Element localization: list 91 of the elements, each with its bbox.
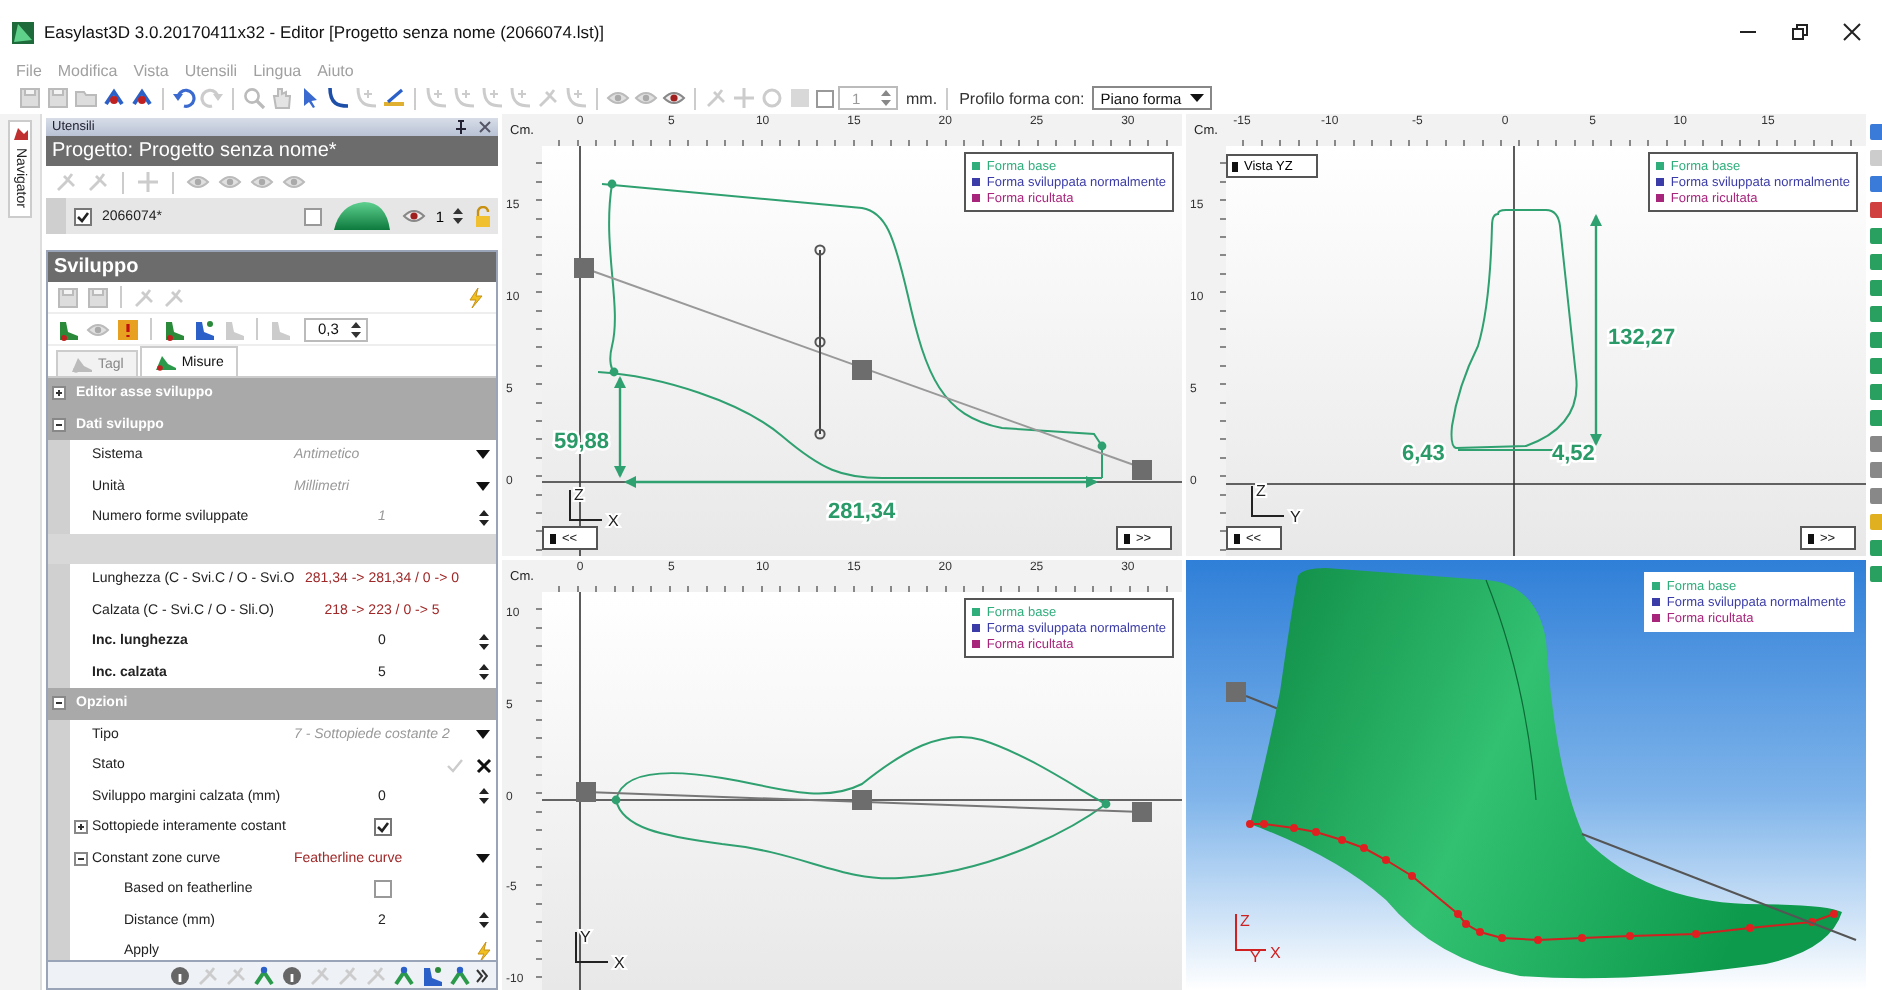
dropdown-caret-icon[interactable]	[476, 729, 490, 740]
collapse-icon[interactable]	[74, 851, 88, 866]
pointer-icon[interactable]	[298, 86, 322, 110]
checkbox[interactable]	[303, 207, 322, 225]
check-icon[interactable]	[446, 757, 464, 774]
outline-node[interactable]	[1101, 799, 1111, 809]
outline-node[interactable]	[1097, 441, 1107, 451]
axis-label: X	[1270, 944, 1281, 962]
axis-label: Z	[1240, 912, 1250, 930]
pin-icon[interactable]	[454, 120, 468, 134]
outline-node[interactable]	[607, 179, 617, 189]
arrows-icon[interactable]	[130, 86, 154, 110]
axis-label: Y	[1250, 948, 1261, 966]
collapse-icon[interactable]	[52, 417, 66, 432]
eye-icon[interactable]	[662, 86, 686, 110]
checkbox[interactable]	[373, 818, 391, 837]
tool-icon[interactable]	[252, 963, 276, 987]
axis-label: Z	[1256, 482, 1266, 500]
last-icon[interactable]	[162, 317, 186, 341]
outline-node[interactable]	[609, 367, 619, 377]
save-icon[interactable]	[46, 86, 70, 110]
window-title: Easylast3D 3.0.20170411x32 - Editor [Progetto senza nome (2066074.lst)]	[44, 22, 605, 42]
save-icon[interactable]	[18, 86, 42, 110]
curve-icon[interactable]	[326, 86, 350, 110]
handle-square[interactable]	[852, 360, 872, 380]
axis-indicator	[1251, 485, 1285, 517]
checkbox[interactable]	[816, 89, 834, 107]
undo-icon[interactable]	[172, 86, 196, 110]
profile-label: Profilo forma con:	[959, 89, 1085, 107]
info-icon[interactable]	[168, 963, 192, 987]
unit-label: mm.	[906, 89, 938, 107]
last-icon[interactable]	[420, 963, 444, 987]
dropdown-caret-icon[interactable]	[476, 481, 490, 492]
restore-icon[interactable]	[1790, 22, 1810, 42]
close-icon[interactable]	[475, 757, 491, 774]
navigator-icon	[11, 126, 29, 142]
eye-icon[interactable]	[401, 204, 426, 228]
spin-arrows-icon[interactable]	[350, 319, 362, 339]
last-icon	[70, 354, 94, 374]
spin-arrows-icon[interactable]	[477, 662, 489, 683]
dimension-label: 281,34	[828, 500, 896, 524]
handle-square[interactable]	[1226, 682, 1246, 702]
more-icon[interactable]	[476, 967, 488, 983]
spin-arrows-icon[interactable]	[477, 910, 489, 931]
axis-label: X	[608, 512, 619, 530]
handle-square[interactable]	[852, 790, 872, 810]
dimension-label: 132,27	[1608, 326, 1676, 350]
tool-icon[interactable]	[448, 963, 472, 987]
project-title: Progetto: Progetto senza nome*	[46, 136, 498, 166]
handle-square[interactable]	[576, 782, 596, 802]
save-icon[interactable]	[86, 285, 110, 309]
spin-arrows-icon[interactable]	[477, 631, 489, 652]
tool-icon[interactable]	[392, 963, 416, 987]
spin-arrows-icon[interactable]	[452, 206, 464, 226]
axis-label: Y	[1290, 508, 1301, 526]
last-icon	[153, 352, 178, 372]
dropdown-caret-icon[interactable]	[476, 853, 490, 864]
axis-indicator	[569, 489, 603, 521]
control-point[interactable]	[814, 428, 826, 440]
expand-icon[interactable]	[74, 820, 88, 835]
dome-icon	[331, 200, 392, 232]
save-icon[interactable]	[56, 285, 80, 309]
dimension-label: 6,43	[1402, 442, 1445, 466]
padlock-icon[interactable]	[474, 205, 492, 227]
dropdown-caret-icon[interactable]	[476, 450, 490, 461]
expand-icon[interactable]	[52, 386, 66, 401]
control-point[interactable]	[814, 244, 826, 256]
axis-indicator	[1235, 913, 1267, 951]
spin-arrows-icon[interactable]	[477, 786, 489, 807]
axis-label: X	[614, 954, 625, 972]
last-icon[interactable]	[56, 317, 80, 341]
spin-arrows-icon[interactable]	[477, 507, 489, 528]
outline-node[interactable]	[611, 795, 621, 805]
checkbox[interactable]	[373, 880, 391, 899]
checkbox[interactable]	[74, 207, 92, 225]
ruler-icon[interactable]	[382, 86, 406, 110]
app-logo-icon	[12, 21, 34, 43]
control-point[interactable]	[814, 336, 826, 348]
close-icon[interactable]	[1842, 22, 1862, 42]
dropdown-caret-icon[interactable]	[1190, 93, 1205, 103]
arrows-icon[interactable]	[102, 86, 126, 110]
handle-square[interactable]	[1132, 802, 1152, 822]
handle-square[interactable]	[574, 258, 594, 278]
handle-square[interactable]	[1132, 460, 1152, 480]
info-icon[interactable]	[280, 963, 304, 987]
panel-title: Sviluppo	[48, 252, 496, 282]
last-icon[interactable]	[192, 317, 216, 341]
dimension-label: 4,52	[1552, 442, 1595, 466]
collapse-icon[interactable]	[52, 696, 66, 711]
warning-icon[interactable]	[116, 317, 140, 341]
search-icon[interactable]	[242, 86, 266, 110]
